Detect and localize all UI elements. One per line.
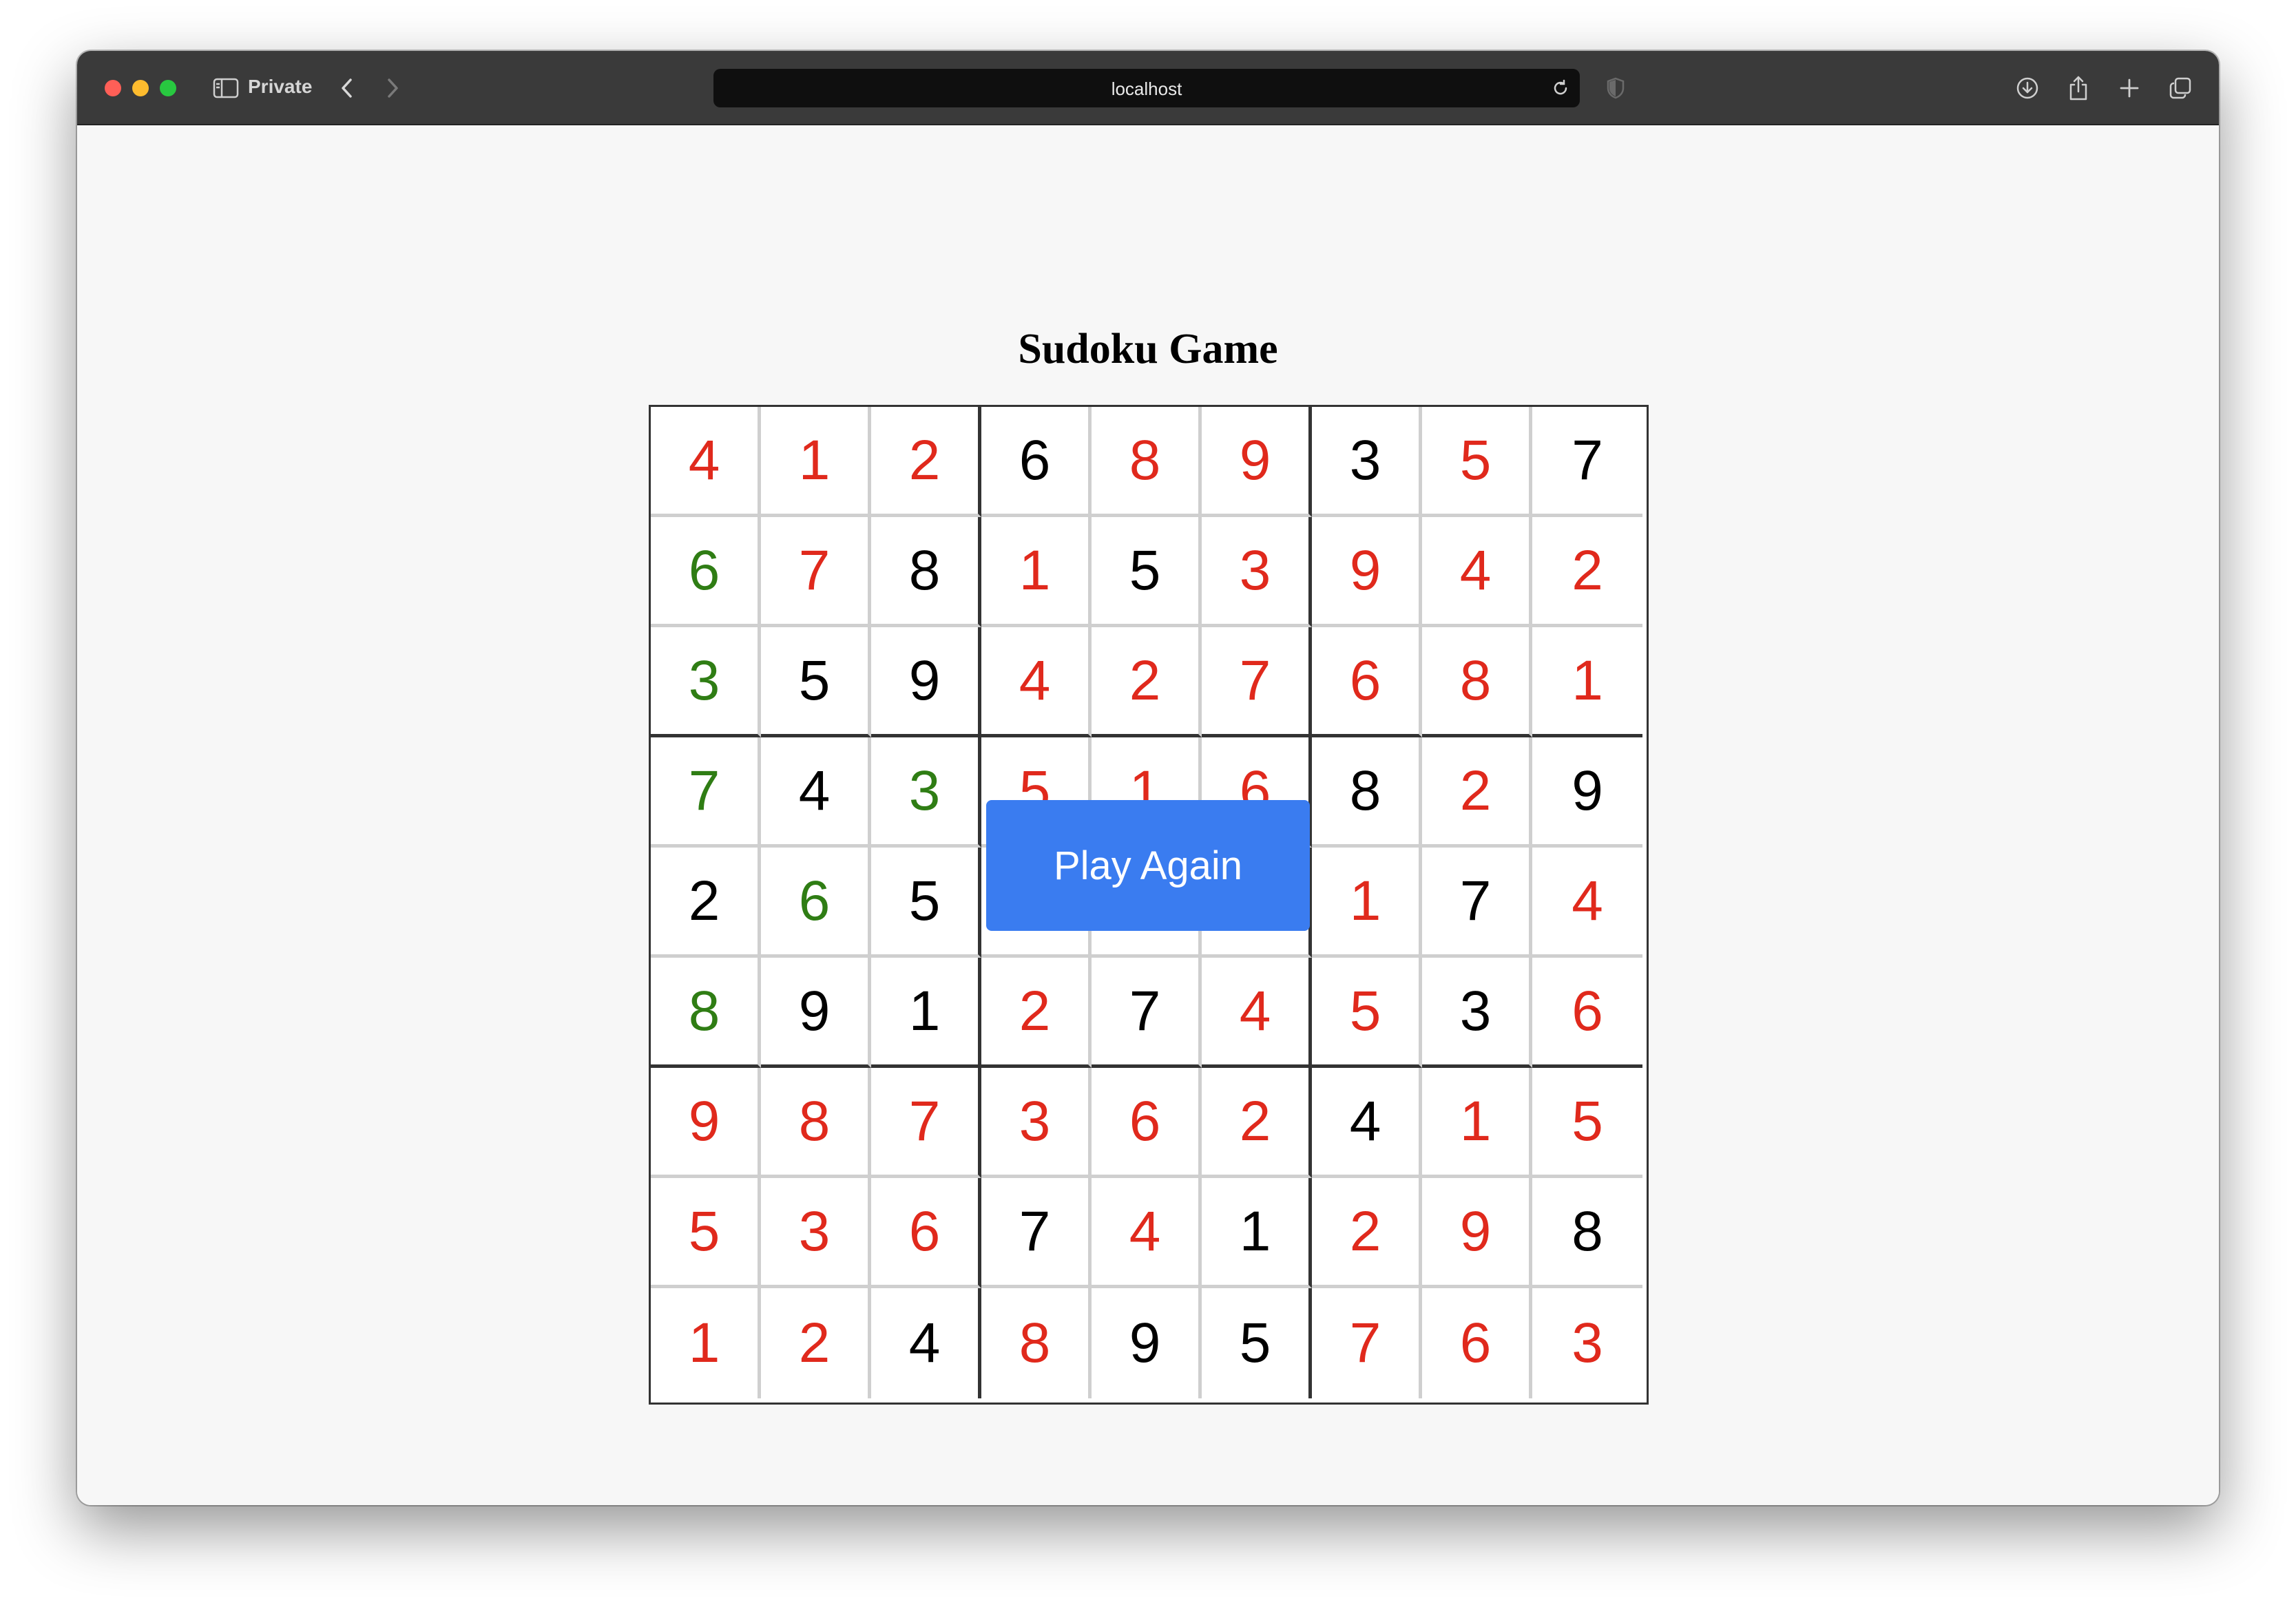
- sudoku-cell[interactable]: 3: [981, 1068, 1092, 1178]
- sudoku-cell[interactable]: 2: [981, 958, 1092, 1068]
- sudoku-cell[interactable]: 9: [1532, 737, 1642, 848]
- sudoku-cell[interactable]: 2: [651, 848, 761, 958]
- forward-icon[interactable]: [377, 69, 408, 107]
- sudoku-cell[interactable]: 8: [871, 517, 981, 627]
- sudoku-cell[interactable]: 1: [871, 958, 981, 1068]
- reload-icon[interactable]: [1549, 77, 1572, 99]
- sudoku-cell[interactable]: 7: [1532, 407, 1642, 517]
- page-title: Sudoku Game: [1018, 326, 1278, 372]
- play-again-button[interactable]: Play Again: [986, 800, 1310, 931]
- browser-window: Private localhost Sudoku Game 4 1 2 6 8 …: [77, 51, 2219, 1505]
- sudoku-cell[interactable]: 9: [651, 1068, 761, 1178]
- sudoku-cell[interactable]: 2: [871, 407, 981, 517]
- sudoku-cell[interactable]: 9: [1422, 1178, 1532, 1288]
- sudoku-cell[interactable]: 8: [1312, 737, 1422, 848]
- download-icon[interactable]: [2012, 69, 2043, 107]
- sudoku-cell[interactable]: 9: [871, 627, 981, 737]
- zoom-window-button[interactable]: [160, 80, 176, 96]
- privacy-shield-icon[interactable]: [1602, 69, 1629, 107]
- sudoku-cell[interactable]: 2: [1422, 737, 1532, 848]
- sudoku-cell[interactable]: 3: [1422, 958, 1532, 1068]
- sudoku-cell[interactable]: 2: [1532, 517, 1642, 627]
- sudoku-cell[interactable]: 3: [1202, 517, 1312, 627]
- sudoku-cell[interactable]: 6: [1092, 1068, 1202, 1178]
- sudoku-cell[interactable]: 8: [761, 1068, 871, 1178]
- sudoku-cell[interactable]: 9: [1312, 517, 1422, 627]
- sudoku-cell[interactable]: 4: [761, 737, 871, 848]
- sudoku-cell[interactable]: 3: [651, 627, 761, 737]
- sudoku-cell[interactable]: 3: [761, 1178, 871, 1288]
- sudoku-cell[interactable]: 6: [651, 517, 761, 627]
- share-icon[interactable]: [2063, 69, 2094, 107]
- sudoku-cell[interactable]: 7: [981, 1178, 1092, 1288]
- sudoku-cell[interactable]: 7: [1312, 1288, 1422, 1398]
- sudoku-cell[interactable]: 7: [1202, 627, 1312, 737]
- sudoku-cell[interactable]: 4: [1092, 1178, 1202, 1288]
- sudoku-cell[interactable]: 6: [1312, 627, 1422, 737]
- private-mode-label: Private: [248, 76, 313, 97]
- sudoku-cell[interactable]: 6: [1422, 1288, 1532, 1398]
- sudoku-cell[interactable]: 1: [1532, 627, 1642, 737]
- sudoku-cell[interactable]: 8: [981, 1288, 1092, 1398]
- sudoku-cell[interactable]: 2: [1092, 627, 1202, 737]
- browser-titlebar: Private localhost: [77, 51, 2219, 125]
- sudoku-cell[interactable]: 8: [1422, 627, 1532, 737]
- sudoku-cell[interactable]: 4: [651, 407, 761, 517]
- minimize-window-button[interactable]: [132, 80, 149, 96]
- sudoku-cell[interactable]: 7: [871, 1068, 981, 1178]
- sudoku-cell[interactable]: 2: [1202, 1068, 1312, 1178]
- sudoku-cell[interactable]: 5: [651, 1178, 761, 1288]
- close-window-button[interactable]: [105, 80, 121, 96]
- sudoku-cell[interactable]: 4: [1532, 848, 1642, 958]
- sudoku-cell[interactable]: 5: [1312, 958, 1422, 1068]
- sudoku-cell[interactable]: 6: [871, 1178, 981, 1288]
- sudoku-cell[interactable]: 5: [1422, 407, 1532, 517]
- sudoku-cell[interactable]: 6: [761, 848, 871, 958]
- sudoku-cell[interactable]: 6: [1532, 958, 1642, 1068]
- sidebar-icon[interactable]: [211, 69, 241, 107]
- sudoku-cell[interactable]: 6: [981, 407, 1092, 517]
- sudoku-cell[interactable]: 9: [1092, 1288, 1202, 1398]
- sudoku-cell[interactable]: 9: [1202, 407, 1312, 517]
- sudoku-cell[interactable]: 4: [871, 1288, 981, 1398]
- sudoku-cell[interactable]: 8: [1532, 1178, 1642, 1288]
- sudoku-cell[interactable]: 4: [1422, 517, 1532, 627]
- sudoku-cell[interactable]: 5: [1532, 1068, 1642, 1178]
- sudoku-cell[interactable]: 2: [1312, 1178, 1422, 1288]
- sudoku-cell[interactable]: 3: [871, 737, 981, 848]
- sudoku-cell[interactable]: 1: [761, 407, 871, 517]
- sudoku-cell[interactable]: 3: [1312, 407, 1422, 517]
- sudoku-cell[interactable]: 7: [1092, 958, 1202, 1068]
- back-icon[interactable]: [332, 69, 362, 107]
- sudoku-cell[interactable]: 5: [761, 627, 871, 737]
- tab-overview-icon[interactable]: [2165, 69, 2195, 107]
- address-bar[interactable]: localhost: [713, 69, 1580, 107]
- sudoku-cell[interactable]: 8: [651, 958, 761, 1068]
- sudoku-cell[interactable]: 3: [1532, 1288, 1642, 1398]
- sudoku-cell[interactable]: 4: [1312, 1068, 1422, 1178]
- sudoku-cell[interactable]: 4: [1202, 958, 1312, 1068]
- sudoku-cell[interactable]: 8: [1092, 407, 1202, 517]
- sudoku-cell[interactable]: 1: [1312, 848, 1422, 958]
- page-content: Sudoku Game 4126893576781539423594276817…: [77, 125, 2219, 1505]
- sudoku-cell[interactable]: 1: [1202, 1178, 1312, 1288]
- sudoku-cell[interactable]: 5: [1092, 517, 1202, 627]
- sudoku-cell[interactable]: 2: [761, 1288, 871, 1398]
- new-tab-icon[interactable]: [2114, 69, 2144, 107]
- sudoku-cell[interactable]: 7: [761, 517, 871, 627]
- sudoku-cell[interactable]: 5: [1202, 1288, 1312, 1398]
- sudoku-cell[interactable]: 7: [651, 737, 761, 848]
- address-text: localhost: [1111, 78, 1182, 99]
- sudoku-cell[interactable]: 4: [981, 627, 1092, 737]
- sudoku-cell[interactable]: 1: [651, 1288, 761, 1398]
- sudoku-cell[interactable]: 5: [871, 848, 981, 958]
- sudoku-cell[interactable]: 7: [1422, 848, 1532, 958]
- sudoku-cell[interactable]: 1: [981, 517, 1092, 627]
- sudoku-cell[interactable]: 1: [1422, 1068, 1532, 1178]
- sudoku-cell[interactable]: 9: [761, 958, 871, 1068]
